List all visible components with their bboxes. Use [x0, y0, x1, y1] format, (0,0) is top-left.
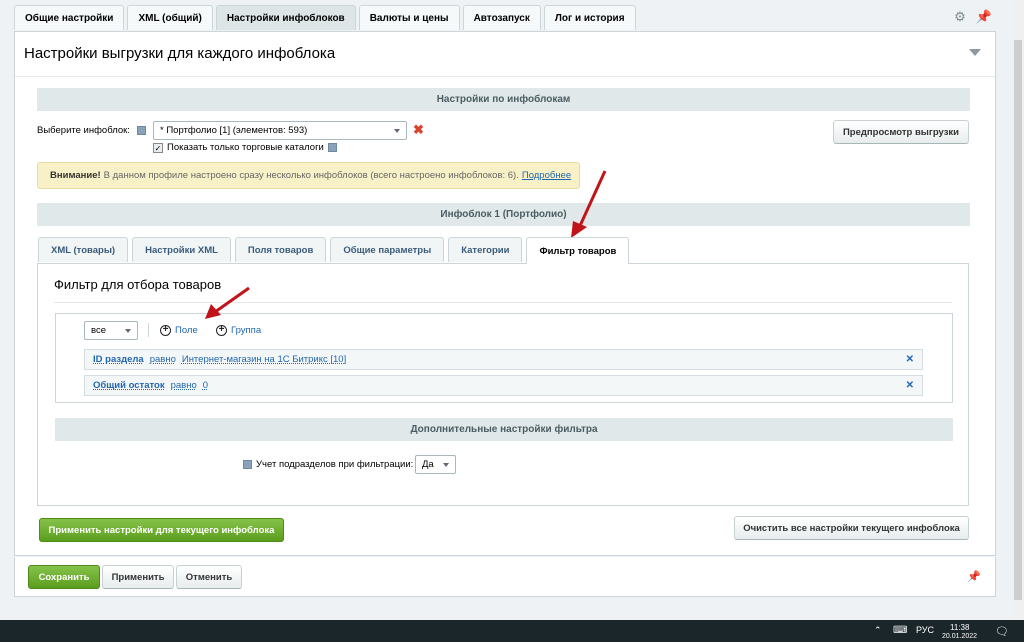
warning-more-link[interactable]: Подробнее — [522, 170, 571, 181]
keyboard-icon[interactable]: ⌨ — [893, 625, 907, 636]
plus-circle-icon: + — [216, 325, 227, 336]
tab-currency-prices[interactable]: Валюты и цены — [358, 5, 460, 30]
add-field-link[interactable]: + Поле — [160, 325, 198, 336]
chevron-down-icon — [443, 463, 449, 467]
condition-value[interactable]: Интернет-магазин на 1С Битрикс [10] — [182, 354, 346, 365]
subtab-goods-fields[interactable]: Поля товаров — [234, 237, 327, 262]
condition-field[interactable]: ID раздела — [93, 354, 144, 365]
help-icon[interactable] — [243, 460, 252, 469]
condition-operator[interactable]: равно — [150, 354, 176, 365]
condition-operator[interactable]: равно — [171, 380, 197, 391]
gear-icon[interactable]: ⚙ — [954, 9, 966, 25]
add-group-label: Группа — [231, 325, 262, 336]
plus-circle-icon: + — [160, 325, 171, 336]
iblock-select[interactable]: * Портфолио [1] (элементов: 593) — [153, 121, 407, 140]
footer-panel: Сохранить Применить Отменить 📌 — [14, 557, 996, 597]
scrollbar-thumb[interactable] — [1014, 40, 1022, 600]
logic-select[interactable]: все — [84, 321, 138, 340]
subtab-xml-goods[interactable]: XML (товары) — [38, 237, 129, 262]
subsections-label: Учет подразделов при фильтрации: — [256, 459, 414, 470]
filter-title: Фильтр для отбора товаров — [54, 277, 222, 292]
help-icon[interactable] — [327, 143, 337, 152]
tab-log-history[interactable]: Лог и история — [543, 5, 636, 30]
trade-catalog-label: Показать только торговые каталоги — [167, 142, 324, 153]
subtab-xml-settings[interactable]: Настройки XML — [132, 237, 231, 262]
pin-icon[interactable]: 📌 — [967, 570, 981, 583]
subtab-categories[interactable]: Категории — [448, 237, 523, 262]
top-tab-bar: Общие настройки XML (общий) Настройки ин… — [14, 5, 639, 30]
cancel-button[interactable]: Отменить — [176, 565, 242, 589]
select-iblock-label: Выберите инфоблок: — [37, 125, 130, 136]
help-icon[interactable] — [136, 125, 146, 135]
subsections-row: Учет подразделов при фильтрации: — [243, 459, 413, 470]
close-icon[interactable]: ✕ — [906, 380, 914, 391]
page-title: Настройки выгрузки для каждого инфоблока — [24, 45, 336, 62]
page-scrollbar[interactable] — [1012, 0, 1024, 620]
remove-icon[interactable]: ✖ — [413, 122, 424, 138]
condition-field[interactable]: Общий остаток — [93, 380, 165, 391]
clear-iblock-button[interactable]: Очистить все настройки текущего инфоблок… — [734, 516, 969, 540]
pin-icon[interactable]: 📌 — [976, 9, 992, 25]
clock-date[interactable]: 20.01.2022 — [942, 633, 977, 640]
condition-value[interactable]: 0 — [203, 380, 208, 391]
chevron-up-icon[interactable]: ⌃ — [874, 625, 882, 636]
section-header-iblock: Инфоблок 1 (Портфолио) — [37, 203, 970, 226]
tab-iblock-settings[interactable]: Настройки инфоблоков — [215, 5, 356, 30]
trade-catalog-checkbox[interactable]: ✓ — [153, 142, 163, 153]
filter-conditions-box: все + Поле + Группа ID раздела равно Инт… — [55, 313, 953, 403]
tab-general-settings[interactable]: Общие настройки — [14, 5, 125, 30]
logic-select-value: все — [91, 325, 106, 336]
subtab-goods-filter[interactable]: Фильтр товаров — [526, 237, 630, 264]
clock-time[interactable]: 11:38 — [950, 623, 969, 632]
warning-strong: Внимание! — [50, 170, 101, 181]
add-group-link[interactable]: + Группа — [216, 325, 261, 336]
filter-condition-row: Общий остаток равно 0 ✕ — [84, 375, 923, 396]
save-button[interactable]: Сохранить — [28, 565, 100, 589]
separator — [148, 323, 149, 337]
os-taskbar: ⌃ ⌨ РУС 11:38 20.01.2022 🗨 — [0, 620, 1024, 642]
warning-message: Внимание! В данном профиле настроено сра… — [37, 162, 580, 189]
chevron-down-icon — [394, 129, 400, 133]
subsections-select[interactable]: Да — [415, 455, 456, 474]
language-indicator[interactable]: РУС — [916, 625, 934, 635]
subsections-select-value: Да — [422, 459, 434, 470]
add-field-label: Поле — [175, 325, 198, 336]
sub-tab-bar: XML (товары) Настройки XML Поля товаров … — [38, 237, 633, 264]
warning-text: В данном профиле настроено сразу несколь… — [103, 170, 519, 181]
section-header-extra-filter: Дополнительные настройки фильтра — [55, 418, 953, 441]
close-icon[interactable]: ✕ — [906, 354, 914, 365]
subtab-general-params[interactable]: Общие параметры — [330, 237, 445, 262]
collapse-icon[interactable] — [969, 49, 981, 56]
tab-autorun[interactable]: Автозапуск — [462, 5, 541, 30]
chevron-down-icon — [125, 329, 131, 333]
top-icons: ⚙ 📌 — [954, 9, 992, 25]
divider — [54, 302, 952, 303]
apply-iblock-button[interactable]: Применить настройки для текущего инфобло… — [39, 518, 284, 542]
select-iblock-row: Выберите инфоблок: — [37, 125, 146, 136]
trade-catalog-row: ✓ Показать только торговые каталоги — [153, 142, 337, 153]
filter-condition-row: ID раздела равно Интернет-магазин на 1С … — [84, 349, 923, 370]
filter-panel: Фильтр для отбора товаров все + Поле + Г… — [37, 263, 969, 506]
tab-xml-general[interactable]: XML (общий) — [127, 5, 213, 30]
iblock-select-value: * Портфолио [1] (элементов: 593) — [160, 125, 308, 136]
main-panel: Настройки выгрузки для каждого инфоблока… — [14, 31, 996, 556]
apply-button[interactable]: Применить — [102, 565, 174, 589]
section-header-infoblocks: Настройки по инфоблокам — [37, 88, 970, 111]
divider — [15, 76, 995, 77]
preview-button[interactable]: Предпросмотр выгрузки — [833, 120, 969, 144]
notification-icon[interactable]: 🗨 — [995, 625, 1009, 638]
